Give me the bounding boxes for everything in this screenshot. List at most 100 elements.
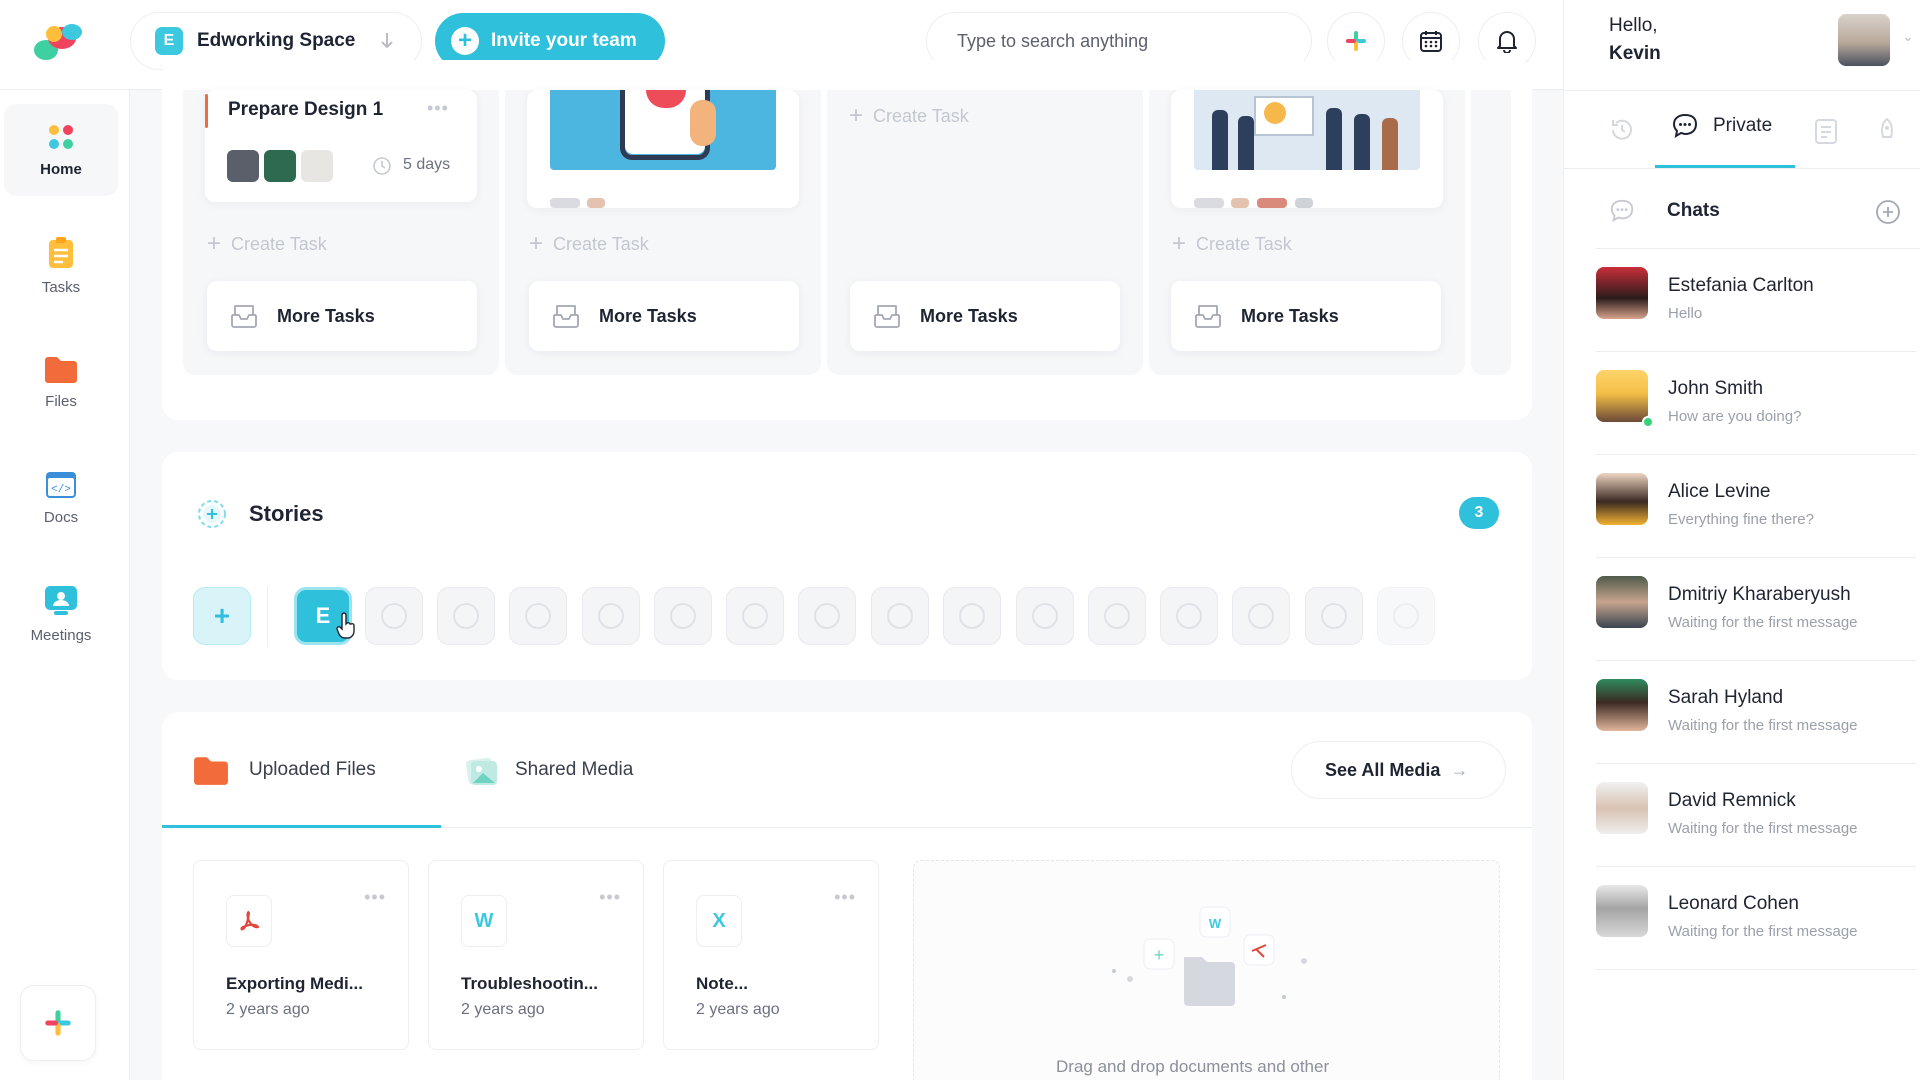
create-task-button[interactable]: + Create Task [207, 232, 327, 256]
tab-private[interactable]: Private [1671, 112, 1772, 140]
tab-label: Private [1713, 115, 1773, 136]
stories-icon [198, 500, 226, 528]
create-task-button[interactable]: + Create Task [1172, 232, 1292, 256]
more-tasks-button[interactable]: More Tasks [207, 281, 477, 351]
story-placeholder[interactable] [654, 587, 712, 645]
story-placeholder[interactable] [437, 587, 495, 645]
nav-label: Docs [43, 508, 79, 526]
chat-item[interactable]: David Remnick Waiting for the first mess… [1596, 764, 1916, 867]
story-placeholder[interactable] [1305, 587, 1363, 645]
more-tasks-label: More Tasks [920, 305, 1018, 326]
avatar [1596, 370, 1648, 422]
avatar [1596, 576, 1648, 628]
inbox-icon [1195, 305, 1221, 328]
chat-item[interactable]: John Smith How are you doing? [1596, 352, 1916, 455]
story-placeholder[interactable] [1088, 587, 1146, 645]
task-card[interactable] [527, 90, 799, 208]
file-menu-icon[interactable]: ••• [834, 887, 856, 908]
file-dropzone[interactable]: W + Drag and drop documents and other [913, 860, 1500, 1080]
create-task-button[interactable]: + Create Task [849, 104, 969, 128]
chat-item[interactable]: Alice Levine Everything fine there? [1596, 455, 1916, 558]
calendar-icon [1420, 31, 1442, 52]
story-placeholder[interactable] [1160, 587, 1218, 645]
sidebar-quick-add-button[interactable] [20, 985, 96, 1061]
story-placeholder[interactable] [509, 587, 567, 645]
tab-shared-media[interactable]: Shared Media [465, 752, 633, 788]
task-cover-image [550, 90, 776, 170]
chat-name: David Remnick [1668, 790, 1796, 811]
story-placeholder[interactable] [1016, 587, 1074, 645]
avatar [227, 150, 259, 182]
file-card[interactable]: ••• Exporting Medi... 2 years ago [193, 860, 409, 1050]
add-chat-icon[interactable] [1875, 199, 1901, 225]
file-date: 2 years ago [696, 1001, 780, 1018]
more-tasks-button[interactable]: More Tasks [529, 281, 799, 351]
file-card[interactable]: W ••• Troubleshootin... 2 years ago [428, 860, 644, 1050]
nav-item-home[interactable]: Home [4, 104, 118, 196]
more-tasks-label: More Tasks [277, 305, 375, 326]
inbox-icon [874, 305, 900, 328]
task-due: 5 days [403, 156, 451, 173]
chat-name: John Smith [1668, 378, 1764, 399]
chat-message: Waiting for the first message [1668, 614, 1858, 631]
tab-label: Shared Media [515, 759, 634, 780]
avatar [1596, 885, 1648, 937]
stories-title: Stories [249, 501, 324, 526]
nav-item-meetings[interactable]: Meetings [4, 568, 118, 660]
file-menu-icon[interactable]: ••• [364, 887, 386, 908]
task-card[interactable] [1171, 90, 1443, 208]
story-placeholder[interactable] [582, 587, 640, 645]
task-menu-icon[interactable]: ••• [427, 98, 449, 119]
arrow-right-icon: → [1450, 759, 1469, 780]
story-placeholder[interactable] [1232, 587, 1290, 645]
nav-item-tasks[interactable]: Tasks [4, 220, 118, 312]
cursor-icon [336, 612, 355, 639]
file-menu-icon[interactable]: ••• [599, 887, 621, 908]
avatar [264, 150, 296, 182]
file-card[interactable]: X ••• Note... 2 years ago [663, 860, 879, 1050]
file-date: 2 years ago [461, 1001, 545, 1018]
see-all-media-button[interactable]: See All Media → [1291, 741, 1506, 799]
chat-item[interactable]: Dmitriy Kharaberyush Waiting for the fir… [1596, 558, 1916, 661]
user-avatar[interactable] [1838, 14, 1890, 66]
folder-icon [45, 356, 77, 383]
workspace-badge: E [155, 27, 183, 55]
history-icon[interactable] [1609, 117, 1635, 143]
app-logo[interactable] [32, 20, 84, 64]
story-placeholder[interactable] [798, 587, 856, 645]
nav-item-files[interactable]: Files [4, 336, 118, 428]
task-card[interactable]: Prepare Design 1 ••• 5 days [205, 90, 477, 202]
add-story-button[interactable]: + [193, 587, 251, 645]
story-placeholder[interactable] [726, 587, 784, 645]
create-task-button[interactable]: + Create Task [529, 232, 649, 256]
left-sidebar: Home Tasks Files </> Docs Meetings [0, 90, 130, 1080]
story-placeholder[interactable] [871, 587, 929, 645]
invite-team-label: Invite your team [491, 30, 637, 51]
file-name: Exporting Medi... [226, 974, 363, 993]
rocket-icon[interactable] [1876, 117, 1898, 145]
chat-message: Waiting for the first message [1668, 923, 1858, 940]
chat-item[interactable]: Sarah Hyland Waiting for the first messa… [1596, 661, 1916, 764]
svg-text:</>: </> [51, 484, 71, 496]
more-tasks-button[interactable]: More Tasks [850, 281, 1120, 351]
nav-label: Files [45, 392, 77, 410]
tab-uploaded-files[interactable]: Uploaded Files [193, 752, 376, 788]
chat-item[interactable]: Leonard Cohen Waiting for the first mess… [1596, 867, 1916, 970]
more-tasks-label: More Tasks [599, 305, 697, 326]
chat-name: Sarah Hyland [1668, 687, 1784, 708]
user-name: Kevin [1609, 43, 1661, 64]
board-column [1471, 90, 1511, 375]
file-name: Note... [696, 974, 748, 993]
home-icon [49, 124, 73, 149]
nav-item-docs[interactable]: </> Docs [4, 452, 118, 544]
more-tasks-button[interactable]: More Tasks [1171, 281, 1441, 351]
story-placeholder[interactable] [1377, 587, 1435, 645]
plus-color-icon [45, 1010, 71, 1036]
notes-icon[interactable] [1813, 117, 1839, 145]
chat-item[interactable]: Estefania Carlton Hello [1596, 249, 1916, 352]
story-placeholder[interactable] [943, 587, 1001, 645]
chevron-down-icon[interactable]: ⌄ [1902, 28, 1914, 45]
docs-icon: </> [46, 471, 76, 498]
story-placeholder[interactable] [365, 587, 423, 645]
chat-bubble-icon [1672, 113, 1698, 139]
